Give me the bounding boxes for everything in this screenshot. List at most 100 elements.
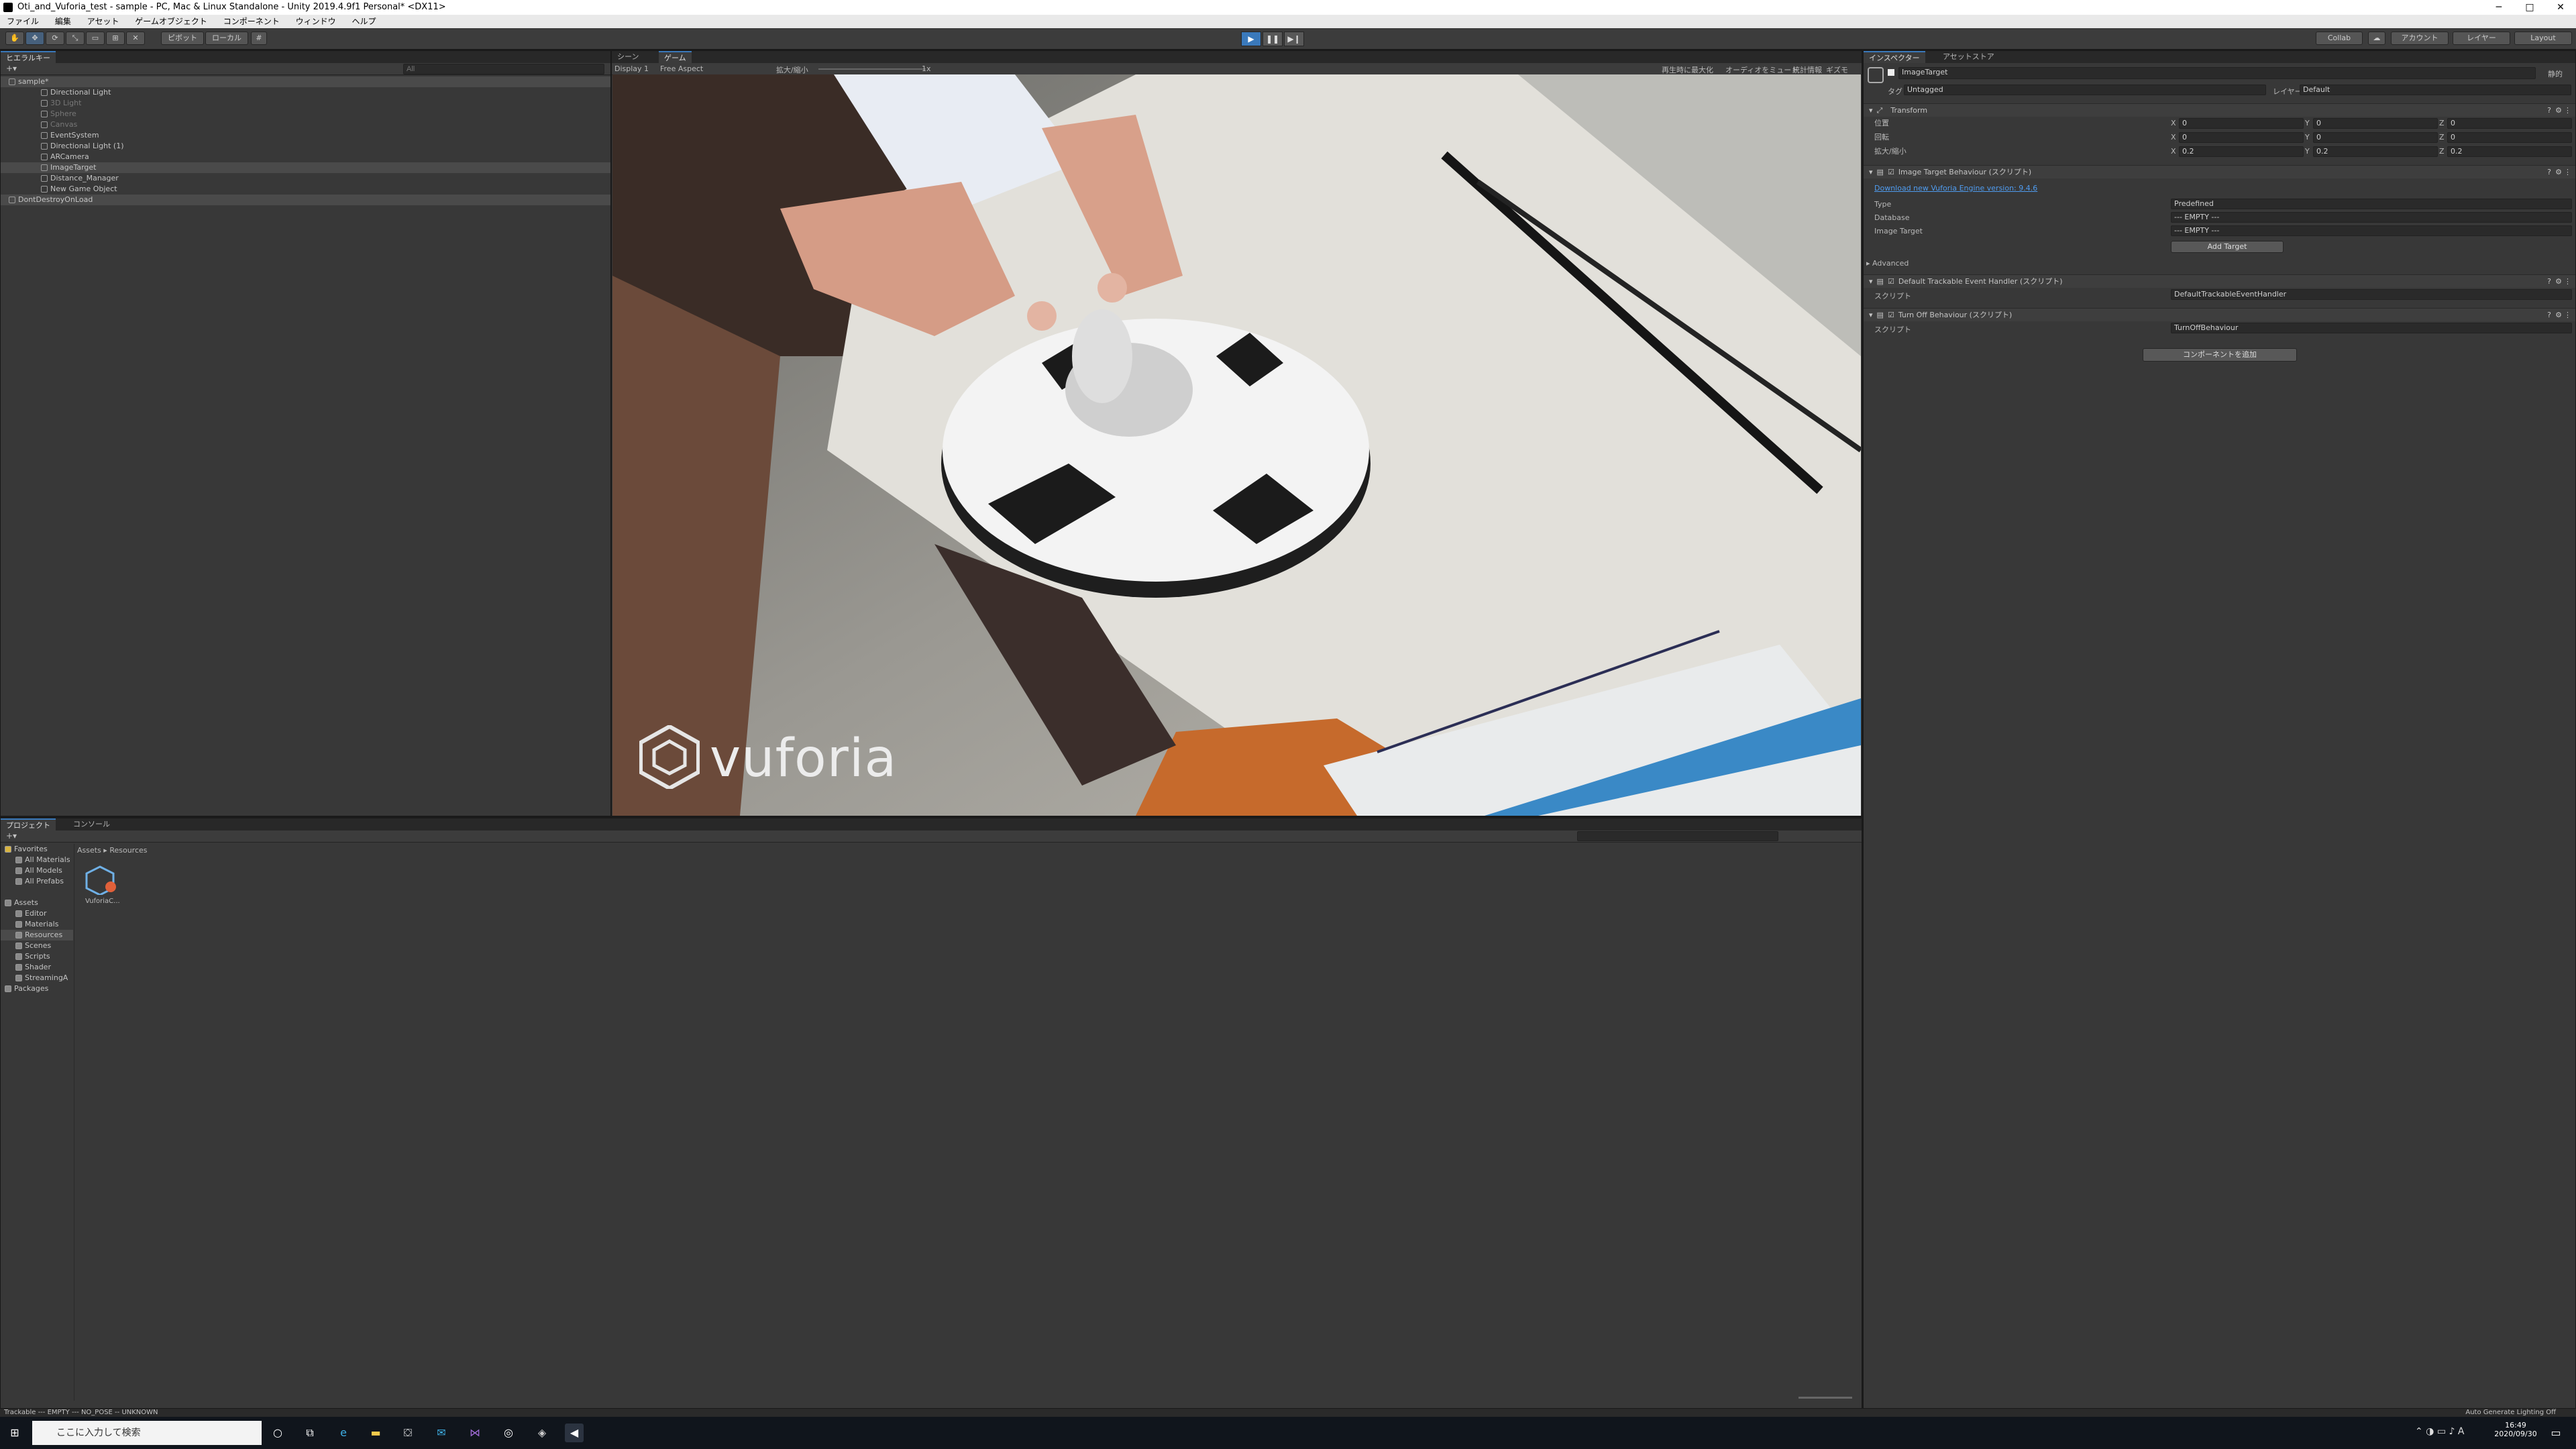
pivot-toggle[interactable]: ピボット	[161, 32, 204, 45]
tab-project[interactable]: プロジェクト	[1, 818, 56, 830]
chrome-icon[interactable]: ◎	[499, 1424, 518, 1442]
hierarchy-item[interactable]: DontDestroyOnLoad	[1, 195, 610, 205]
hierarchy-search-input[interactable]	[403, 64, 604, 74]
transform-y-field[interactable]: 0.2	[2313, 146, 2438, 157]
rotate-tool-icon[interactable]: ⟳	[46, 32, 64, 45]
type-dropdown[interactable]: Predefined	[2171, 199, 2572, 209]
project-tree-item[interactable]: Favorites	[1, 844, 73, 855]
active-checkbox[interactable]	[1888, 69, 1894, 76]
mail-icon[interactable]: ✉	[432, 1424, 451, 1442]
context-menu-icon[interactable]: ⋮	[2564, 104, 2571, 117]
transform-y-field[interactable]: 0	[2313, 132, 2438, 143]
project-tree-item[interactable]: Packages	[1, 983, 73, 994]
turn-off-behaviour-header[interactable]: ▾ ▤ ☑ Turn Off Behaviour (スクリプト) ? ⚙ ⋮	[1864, 308, 2575, 321]
create-plus-icon[interactable]: +▾	[6, 831, 17, 841]
component-enabled-checkbox[interactable]: ☑	[1888, 168, 1894, 176]
project-tree-item[interactable]: Scenes	[1, 941, 73, 951]
tab-console[interactable]: コンソール	[68, 818, 115, 830]
hierarchy-item[interactable]: Sphere	[1, 109, 610, 119]
static-toggle[interactable]: 静的	[2548, 68, 2563, 79]
context-menu-icon[interactable]: ⋮	[2564, 166, 2571, 179]
gizmos-dropdown[interactable]: ギズモ	[1826, 64, 1848, 75]
preset-icon[interactable]: ⚙	[2555, 104, 2562, 117]
add-target-button[interactable]: Add Target	[2171, 241, 2284, 253]
grid-snap-icon[interactable]: #	[251, 32, 267, 45]
menu-file[interactable]: ファイル	[7, 15, 39, 28]
tab-game[interactable]: ゲーム	[659, 51, 692, 63]
tab-hierarchy[interactable]: ヒエラルキー	[1, 51, 56, 63]
display-dropdown[interactable]: Display 1	[614, 64, 649, 73]
project-tree-item[interactable]: All Prefabs	[1, 876, 73, 887]
tab-scene[interactable]: シーン	[612, 51, 644, 63]
transform-y-field[interactable]: 0	[2313, 118, 2438, 129]
transform-z-field[interactable]: 0	[2447, 132, 2572, 143]
unity-hub-icon[interactable]: ◈	[533, 1424, 551, 1442]
store-icon[interactable]: ⛋	[398, 1424, 417, 1442]
help-icon[interactable]: ?	[2547, 166, 2551, 179]
cortana-icon[interactable]: ○	[268, 1424, 287, 1442]
file-explorer-icon[interactable]: ▬	[366, 1424, 385, 1442]
account-dropdown[interactable]: アカウント	[2391, 32, 2449, 45]
menu-help[interactable]: ヘルプ	[352, 15, 376, 28]
preset-icon[interactable]: ⚙	[2555, 166, 2562, 179]
mute-audio-toggle[interactable]: オーディオをミュート	[1725, 64, 1799, 75]
aspect-dropdown[interactable]: Free Aspect	[660, 64, 703, 73]
play-button[interactable]: ▶	[1241, 32, 1261, 46]
scale-tool-icon[interactable]: ⤡	[66, 32, 85, 45]
rect-tool-icon[interactable]: ▭	[86, 32, 105, 45]
add-component-button[interactable]: コンポーネントを追加	[2143, 348, 2297, 362]
scale-slider[interactable]	[818, 68, 926, 70]
custom-tool-icon[interactable]: ✕	[126, 32, 145, 45]
cloud-icon[interactable]: ☁	[2368, 32, 2385, 45]
visual-studio-icon[interactable]: ⋈	[466, 1424, 484, 1442]
minimize-button[interactable]: ─	[2483, 0, 2514, 15]
notification-icon[interactable]: ▭	[2546, 1424, 2565, 1442]
breadcrumb-assets[interactable]: Assets	[77, 846, 101, 855]
hierarchy-item[interactable]: sample*	[1, 76, 610, 87]
help-icon[interactable]: ?	[2547, 275, 2551, 288]
hierarchy-item[interactable]: ARCamera	[1, 152, 610, 162]
game-view-camera-feed[interactable]: vuforia	[612, 74, 1861, 816]
windows-start-icon[interactable]: ⊞	[5, 1424, 24, 1442]
hierarchy-item[interactable]: Canvas	[1, 119, 610, 130]
clock[interactable]: 16:49 2020/09/30	[2494, 1421, 2537, 1438]
close-button[interactable]: ✕	[2545, 0, 2576, 15]
hierarchy-item[interactable]: ImageTarget	[1, 162, 610, 173]
hierarchy-item[interactable]: Distance_Manager	[1, 173, 610, 184]
project-tree-item[interactable]: Editor	[1, 908, 73, 919]
help-icon[interactable]: ?	[2547, 309, 2551, 322]
hierarchy-item[interactable]: EventSystem	[1, 130, 610, 141]
menu-assets[interactable]: アセット	[87, 15, 119, 28]
transform-z-field[interactable]: 0.2	[2447, 146, 2572, 157]
database-dropdown[interactable]: --- EMPTY ---	[2171, 212, 2572, 223]
icon-size-slider[interactable]	[1799, 1397, 1852, 1399]
transform-x-field[interactable]: 0.2	[2179, 146, 2304, 157]
edge-icon[interactable]: e	[334, 1424, 353, 1442]
breadcrumb-resources[interactable]: Resources	[109, 846, 147, 855]
layer-dropdown[interactable]: Default	[2300, 85, 2571, 95]
context-menu-icon[interactable]: ⋮	[2564, 275, 2571, 288]
step-button[interactable]: ▶❙	[1284, 32, 1304, 46]
project-tree-item[interactable]: All Models	[1, 865, 73, 876]
local-toggle[interactable]: ローカル	[205, 32, 248, 45]
task-view-icon[interactable]: ⧉	[301, 1424, 319, 1442]
transform-x-field[interactable]: 0	[2179, 132, 2304, 143]
menu-edit[interactable]: 編集	[55, 15, 71, 28]
project-search-input[interactable]	[1577, 831, 1778, 841]
hand-tool-icon[interactable]: ✋	[5, 32, 24, 45]
transform-tool-icon[interactable]: ⊞	[106, 32, 125, 45]
help-icon[interactable]: ?	[2547, 104, 2551, 117]
project-tree-item[interactable]: Assets	[1, 898, 73, 908]
layers-dropdown[interactable]: レイヤー	[2453, 32, 2510, 45]
collab-dropdown[interactable]: Collab	[2316, 32, 2363, 45]
hierarchy-item[interactable]: Directional Light	[1, 87, 610, 98]
transform-z-field[interactable]: 0	[2447, 118, 2572, 129]
maximize-on-play-toggle[interactable]: 再生時に最大化	[1662, 64, 1713, 75]
maximize-button[interactable]: □	[2514, 0, 2545, 15]
project-tree-item[interactable]: All Materials	[1, 855, 73, 865]
transform-x-field[interactable]: 0	[2179, 118, 2304, 129]
stats-toggle[interactable]: 統計情報	[1792, 64, 1822, 75]
transform-header[interactable]: ▾ ⤢ Transform ? ⚙ ⋮	[1864, 103, 2575, 117]
component-enabled-checkbox[interactable]: ☑	[1888, 311, 1894, 319]
download-vuforia-link[interactable]: Download new Vuforia Engine version: 9.4…	[1874, 184, 2037, 193]
